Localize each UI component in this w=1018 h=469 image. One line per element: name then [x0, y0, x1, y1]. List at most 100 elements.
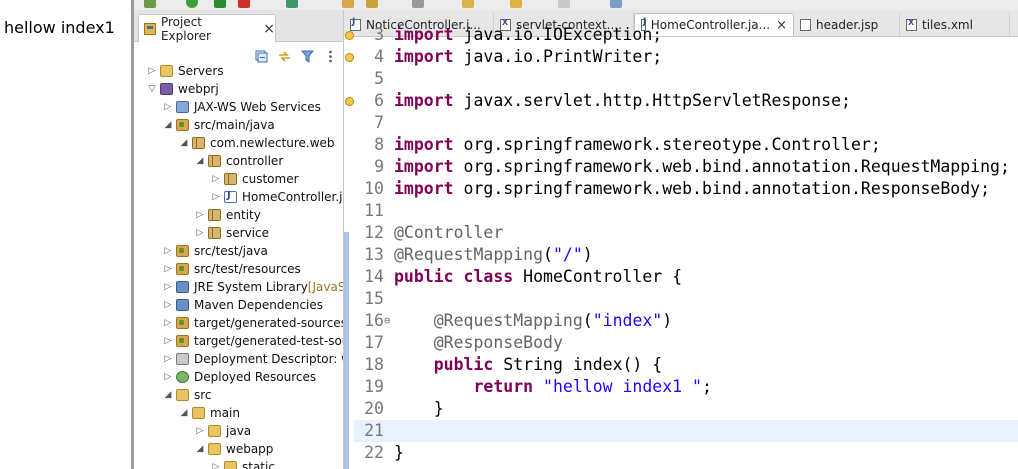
- code-line[interactable]: 8 import org.springframework.stereotype.C…: [354, 134, 1018, 156]
- code-token: }: [394, 443, 404, 462]
- back-icon[interactable]: [510, 0, 522, 8]
- view-menu-icon[interactable]: [324, 48, 337, 63]
- code-line[interactable]: 19 return "hellow index1 ";: [354, 376, 1018, 398]
- tree-item[interactable]: ▷ service: [194, 224, 269, 242]
- fold-toggle-icon[interactable]: ⊖: [384, 310, 392, 332]
- debug-icon[interactable]: [144, 0, 156, 8]
- code-line[interactable]: 11: [354, 200, 1018, 222]
- tree-item[interactable]: ◢ main: [178, 404, 240, 422]
- tab-project-explorer[interactable]: Project Explorer ×: [138, 14, 276, 43]
- code-line[interactable]: 13 @RequestMapping("/"): [354, 244, 1018, 266]
- expand-toggle-icon[interactable]: ▷: [162, 246, 174, 256]
- forward-icon[interactable]: [558, 0, 570, 8]
- expand-toggle-icon[interactable]: ◢: [194, 444, 206, 454]
- expand-toggle-icon[interactable]: ▷: [162, 282, 174, 292]
- code-line[interactable]: 22}: [354, 442, 1018, 464]
- link-with-editor-icon[interactable]: [278, 48, 291, 62]
- tree-item[interactable]: ◢ webapp: [194, 440, 274, 458]
- stop-server-icon[interactable]: [238, 0, 250, 8]
- warning-icon[interactable]: [345, 97, 354, 106]
- code-line[interactable]: 16⊖ @RequestMapping("index"): [354, 310, 1018, 332]
- expand-toggle-icon[interactable]: ▷: [162, 354, 174, 364]
- expand-toggle-icon[interactable]: ▷: [146, 66, 158, 76]
- code-text: public class HomeController {: [394, 267, 682, 286]
- srcfolder-icon: [176, 317, 189, 329]
- expand-toggle-icon[interactable]: ◢: [194, 156, 206, 166]
- code-line[interactable]: 18 public String index() {: [354, 354, 1018, 376]
- expand-toggle-icon[interactable]: ▷: [210, 462, 222, 469]
- expand-toggle-icon[interactable]: ▷: [194, 210, 206, 220]
- tree-item[interactable]: ▷ static: [210, 458, 275, 469]
- expand-toggle-icon[interactable]: ◢: [178, 138, 190, 148]
- tree-item[interactable]: ▷ JAX-WS Web Services: [162, 98, 321, 116]
- code-line[interactable]: 17 @ResponseBody: [354, 332, 1018, 354]
- warning-icon[interactable]: [345, 53, 354, 62]
- code-text: @RequestMapping("/"): [394, 245, 593, 264]
- tree-item[interactable]: ▷ target/generated-test-sourc: [162, 332, 343, 350]
- expand-toggle-icon[interactable]: ▷: [162, 264, 174, 274]
- tree-item[interactable]: ▷ HomeController.ja: [210, 188, 343, 206]
- code-line[interactable]: 9 import org.springframework.web.bind.ann…: [354, 156, 1018, 178]
- code-line[interactable]: 6 import javax.servlet.http.HttpServletRe…: [354, 90, 1018, 112]
- code-line[interactable]: 7: [354, 112, 1018, 134]
- tree-item[interactable]: ▷ target/generated-sources/a: [162, 314, 344, 332]
- tree-item[interactable]: ▷ Servers: [146, 62, 224, 80]
- tree-item[interactable]: ◢ src/main/java: [162, 116, 275, 134]
- expand-toggle-icon[interactable]: ◢: [162, 390, 174, 400]
- warning-icon[interactable]: [345, 31, 354, 40]
- coverage-icon[interactable]: [214, 0, 226, 8]
- expand-toggle-icon[interactable]: ▷: [210, 174, 222, 184]
- open-folder-icon[interactable]: [342, 0, 354, 8]
- code-text: import java.io.IOException;: [394, 25, 662, 44]
- tree-item[interactable]: ▷ src/test/resources: [162, 260, 301, 278]
- expand-toggle-icon[interactable]: ▷: [162, 102, 174, 112]
- code-line[interactable]: 4 import java.io.PrintWriter;: [354, 46, 1018, 68]
- expand-toggle-icon[interactable]: ▽: [146, 84, 158, 94]
- tree-item[interactable]: ▽ webprj: [146, 80, 219, 98]
- tree-item-label: target/generated-sources/a: [194, 316, 344, 330]
- package-icon: [208, 155, 221, 167]
- tree-item[interactable]: ▷ customer: [210, 170, 299, 188]
- code-line[interactable]: 15: [354, 288, 1018, 310]
- tree-item[interactable]: ◢ com.newlecture.web: [178, 134, 335, 152]
- expand-toggle-icon[interactable]: ▷: [194, 228, 206, 238]
- code-line[interactable]: 21: [354, 420, 1018, 442]
- collapse-all-icon[interactable]: [255, 48, 268, 63]
- line-number: 20: [364, 399, 384, 418]
- code-line[interactable]: 12 @Controller: [354, 222, 1018, 244]
- external-tools-icon[interactable]: [286, 0, 298, 8]
- code-line[interactable]: 3 import java.io.IOException;: [354, 24, 1018, 46]
- annotation-icon[interactable]: [412, 0, 424, 8]
- expand-toggle-icon[interactable]: ◢: [162, 120, 174, 130]
- code-line[interactable]: 20 }: [354, 398, 1018, 420]
- close-icon[interactable]: ×: [263, 21, 275, 37]
- tree-item[interactable]: ▷ java: [194, 422, 252, 440]
- expand-toggle-icon[interactable]: ▷: [162, 318, 174, 328]
- run-icon[interactable]: [186, 0, 198, 8]
- code-text: @ResponseBody: [394, 333, 563, 352]
- expand-toggle-icon[interactable]: ▷: [162, 300, 174, 310]
- expand-toggle-icon[interactable]: ▷: [162, 372, 174, 382]
- expand-toggle-icon[interactable]: ▷: [162, 336, 174, 346]
- tree-item[interactable]: ▷ src/test/java: [162, 242, 268, 260]
- tree-item[interactable]: ▷ Deployment Descriptor: we: [162, 350, 343, 368]
- code-line[interactable]: 10 import org.springframework.web.bind.an…: [354, 178, 1018, 200]
- code-line[interactable]: 5: [354, 68, 1018, 90]
- perspective-icon[interactable]: [610, 0, 622, 8]
- tree-item[interactable]: ▷ Maven Dependencies: [162, 296, 323, 314]
- code-line[interactable]: 14 public class HomeController {: [354, 266, 1018, 288]
- expand-toggle-icon[interactable]: ◢: [178, 408, 190, 418]
- search-icon[interactable]: [366, 0, 378, 8]
- line-number: 11: [364, 201, 384, 220]
- tree-item[interactable]: ◢ src: [162, 386, 212, 404]
- expand-toggle-icon[interactable]: ▷: [210, 192, 222, 202]
- tree-item[interactable]: ◢ controller: [194, 152, 284, 170]
- tree-item[interactable]: ▷ Deployed Resources: [162, 368, 317, 386]
- tree-item[interactable]: ▷ JRE System Library [JavaSE-: [162, 278, 343, 296]
- tree-item[interactable]: ▷ entity: [194, 206, 261, 224]
- prev-annotation-icon[interactable]: [462, 0, 474, 8]
- expand-toggle-icon[interactable]: ▷: [194, 426, 206, 436]
- filter-icon[interactable]: [300, 48, 315, 63]
- tree-item-label: Servers: [178, 64, 224, 78]
- srcfolder-icon: [176, 263, 189, 275]
